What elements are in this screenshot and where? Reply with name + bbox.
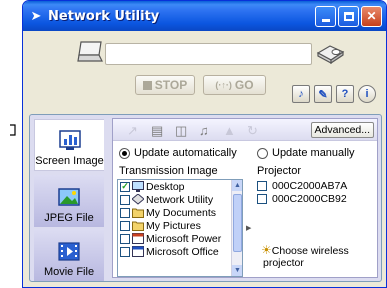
- scroll-thumb[interactable]: [233, 194, 242, 252]
- question-icon: ?: [341, 88, 349, 100]
- screen-tool-icon[interactable]: ▤: [151, 123, 163, 139]
- desktop-icon: [132, 181, 144, 192]
- transmission-image-list[interactable]: ✓ Desktop Network Utility My Documents M…: [117, 179, 243, 277]
- go-button[interactable]: (·↑·) GO: [203, 75, 266, 95]
- pen-icon: ✎: [318, 88, 328, 101]
- choose-text-line1: Choose wireless: [271, 245, 349, 257]
- my-documents-label: My Documents: [146, 206, 217, 219]
- maximize-button[interactable]: [338, 5, 359, 27]
- projector-list[interactable]: 000C2000AB7A 000C2000CB92: [257, 179, 377, 205]
- picture-icon: [58, 188, 80, 206]
- scroll-down-icon[interactable]: ▼: [232, 265, 242, 276]
- connection-status-field: [105, 43, 312, 65]
- transmission-image-header: Transmission Image: [119, 165, 218, 177]
- network-utility-label: Network Utility: [146, 193, 214, 206]
- my-documents-checkbox[interactable]: [120, 207, 130, 218]
- close-button[interactable]: ✕: [361, 5, 382, 27]
- title-bar[interactable]: ➤ Network Utility ✕: [23, 1, 386, 31]
- screen-image-panel: ↗ ▤ ◫ ♫ ▲ ↻ Advanced... Update automatic…: [112, 118, 378, 278]
- laptop-icon: [77, 41, 103, 62]
- folder-icon: [132, 221, 144, 231]
- update-auto-option[interactable]: Update automatically: [119, 147, 237, 159]
- projector-header: Projector: [257, 165, 302, 177]
- stop-icon: [142, 80, 152, 90]
- list-item-network-utility[interactable]: Network Utility: [118, 193, 242, 206]
- nav-screen-image-label: Screen Image: [35, 155, 104, 167]
- maximize-icon: [343, 11, 354, 21]
- network-utility-icon: [132, 194, 144, 205]
- nav-movie-file-label: Movie File: [43, 266, 95, 278]
- update-auto-label: Update automatically: [134, 147, 237, 159]
- help-button[interactable]: ?: [336, 85, 354, 103]
- signal-icon: (·↑·): [215, 80, 232, 90]
- info-icon: i: [365, 88, 369, 100]
- projector-icon: [316, 45, 345, 65]
- nav-jpeg-file[interactable]: JPEG File: [34, 175, 104, 227]
- loop-tool-icon[interactable]: ↻: [247, 123, 258, 139]
- window-title: Network Utility: [48, 8, 160, 24]
- arrow-right-icon: ▶: [246, 225, 252, 232]
- list-scrollbar[interactable]: ▲ ▼: [231, 180, 242, 276]
- projector-settings-button[interactable]: ♪: [292, 85, 310, 103]
- app-window-icon: [132, 233, 144, 244]
- list-item-my-documents[interactable]: My Documents: [118, 206, 242, 219]
- desktop-label: Desktop: [146, 180, 185, 193]
- microsoft-office-checkbox[interactable]: [120, 246, 130, 257]
- list-item-desktop[interactable]: ✓ Desktop: [118, 180, 242, 193]
- microsoft-office-label: Microsoft Office: [146, 245, 219, 258]
- app-window-icon: [132, 246, 144, 257]
- minimize-icon: [321, 18, 330, 22]
- close-icon: ✕: [366, 9, 377, 23]
- music-note-icon: ♪: [298, 88, 304, 100]
- my-pictures-checkbox[interactable]: [120, 220, 130, 231]
- advanced-button[interactable]: Advanced...: [310, 122, 374, 138]
- choose-text-line2: projector: [263, 257, 304, 269]
- microsoft-power-checkbox[interactable]: [120, 233, 130, 244]
- choose-projector-hint: ☀Choose wireless projector: [261, 244, 371, 269]
- projector-label: 000C2000CB92: [272, 192, 347, 205]
- list-item-microsoft-office[interactable]: Microsoft Office: [118, 245, 242, 258]
- tools-button[interactable]: ✎: [314, 85, 332, 103]
- sunburst-icon: ☀: [261, 243, 272, 257]
- update-manual-label: Update manually: [272, 147, 355, 159]
- nav-screen-image[interactable]: Screen Image: [34, 119, 104, 171]
- main-pane: Screen Image JPEG File Movie File ↗ ▤ ◫ …: [29, 114, 382, 282]
- stop-button[interactable]: STOP: [135, 75, 195, 95]
- connection-area: STOP (·↑·) GO ♪ ✎ ? i: [23, 31, 386, 111]
- nav-jpeg-file-label: JPEG File: [44, 212, 94, 224]
- projector-label: 000C2000AB7A: [272, 179, 348, 192]
- list-item-my-pictures[interactable]: My Pictures: [118, 219, 242, 232]
- minimize-button[interactable]: [315, 5, 336, 27]
- folder-icon: [132, 208, 144, 218]
- network-utility-window: ➤ Network Utility ✕ STOP (·↑·) GO ♪ ✎ ? …: [22, 0, 387, 288]
- content-toolbar: ↗ ▤ ◫ ♫ ▲ ↻ Advanced...: [113, 119, 377, 141]
- update-manual-radio[interactable]: [257, 147, 268, 159]
- audio-tool-icon[interactable]: ▲: [223, 123, 236, 138]
- update-manual-option[interactable]: Update manually: [257, 147, 355, 159]
- update-auto-radio[interactable]: [119, 147, 130, 159]
- music-tool-icon[interactable]: ♫: [199, 123, 209, 138]
- film-icon: [58, 242, 80, 261]
- go-label: GO: [234, 78, 254, 92]
- capture-tool-icon[interactable]: ◫: [175, 123, 187, 139]
- projector-item[interactable]: 000C2000CB92: [257, 192, 377, 205]
- desktop-checkbox[interactable]: ✓: [120, 181, 130, 192]
- diamond-arrow-icon: ➤: [30, 8, 42, 23]
- nav-movie-file[interactable]: Movie File: [34, 229, 104, 281]
- stop-label: STOP: [154, 78, 188, 92]
- network-utility-checkbox[interactable]: [120, 194, 130, 205]
- my-pictures-label: My Pictures: [146, 219, 201, 232]
- scroll-up-icon[interactable]: ▲: [232, 180, 242, 191]
- pointer-bracket-icon: [10, 124, 16, 136]
- list-item-microsoft-power[interactable]: Microsoft Power: [118, 232, 242, 245]
- screen-chart-icon: [58, 130, 81, 150]
- signal-tool-icon[interactable]: ↗: [127, 123, 138, 139]
- projector-item[interactable]: 000C2000AB7A: [257, 179, 377, 192]
- projector-checkbox[interactable]: [257, 193, 267, 204]
- microsoft-power-label: Microsoft Power: [146, 232, 222, 245]
- projector-checkbox[interactable]: [257, 180, 267, 191]
- info-button[interactable]: i: [358, 85, 376, 103]
